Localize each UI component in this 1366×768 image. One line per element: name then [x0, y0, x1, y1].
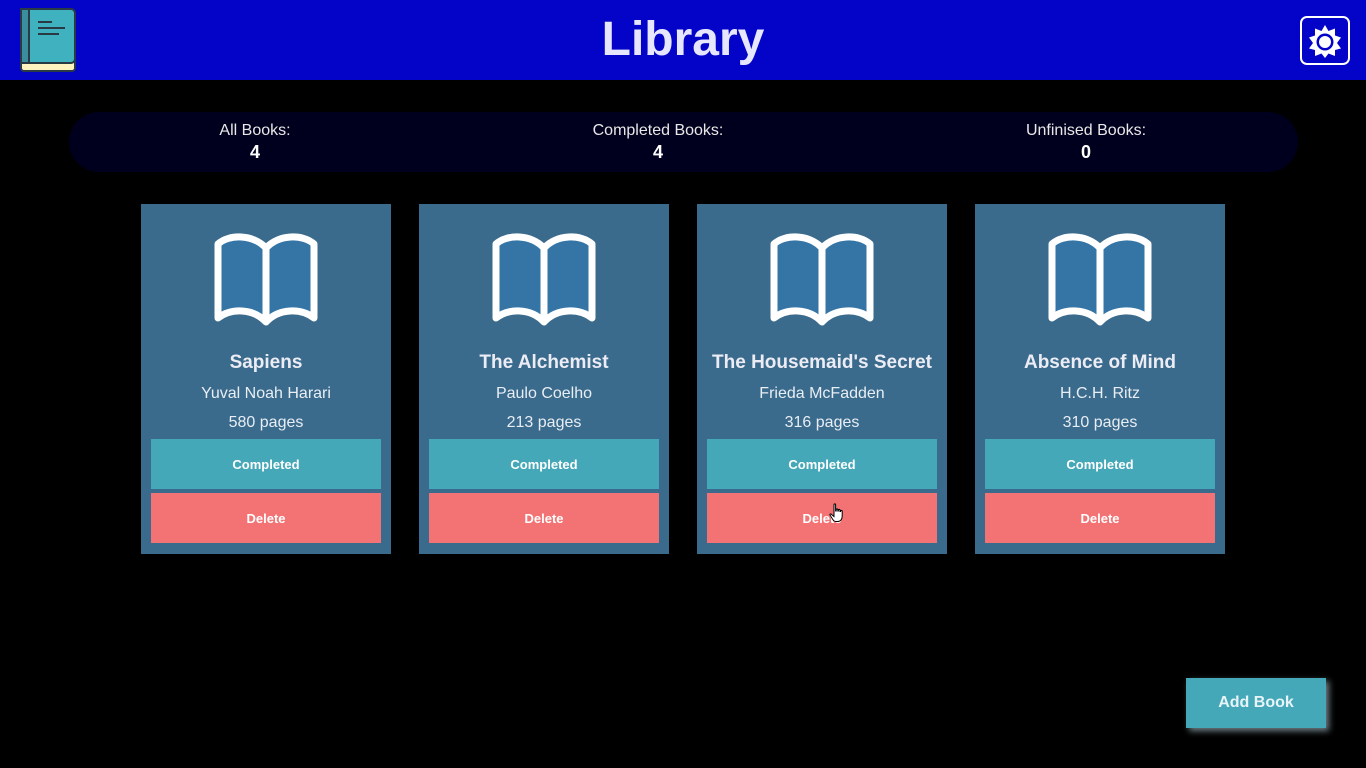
book-title: The Alchemist	[479, 352, 609, 373]
open-book-icon	[770, 233, 874, 326]
book-title: The Housemaid's Secret	[712, 352, 932, 373]
book-card: The Housemaid's Secret Frieda McFadden 3…	[697, 204, 947, 554]
stat-all-value: 4	[249, 142, 260, 162]
stat-completed-label: Completed Books:	[592, 122, 724, 139]
stat-unfinished-value: 0	[1080, 142, 1091, 162]
stats-bar: All Books: 4 Completed Books: 4 Unfinise…	[69, 112, 1298, 172]
open-book-icon	[1048, 233, 1152, 326]
book-grid: Sapiens Yuval Noah Harari 580 pages Comp…	[141, 204, 1225, 554]
book-author: H.C.H. Ritz	[1060, 385, 1140, 402]
stat-all-books: All Books: 4	[125, 121, 385, 163]
book-author: Paulo Coelho	[495, 385, 593, 402]
stat-completed-value: 4	[652, 142, 663, 162]
page-title: Library	[601, 13, 765, 66]
delete-button[interactable]: Delete	[429, 493, 659, 543]
completed-button[interactable]: Completed	[985, 439, 1215, 489]
book-card: Absence of Mind H.C.H. Ritz 310 pages Co…	[975, 204, 1225, 554]
book-title: Absence of Mind	[1023, 352, 1176, 373]
stat-unfinished-label: Unfinised Books:	[1025, 122, 1147, 139]
open-book-icon	[214, 233, 318, 326]
stat-all-label: All Books:	[219, 122, 291, 139]
book-card: Sapiens Yuval Noah Harari 580 pages Comp…	[141, 204, 391, 554]
book-title: Sapiens	[229, 352, 303, 373]
book-author: Frieda McFadden	[759, 385, 885, 402]
sun-icon	[1309, 24, 1341, 58]
book-card: The Alchemist Paulo Coelho 213 pages Com…	[419, 204, 669, 554]
delete-button[interactable]: Delete	[707, 493, 937, 543]
completed-button[interactable]: Completed	[707, 439, 937, 489]
add-book-button[interactable]: Add Book	[1186, 678, 1326, 728]
book-pages: 213 pages	[506, 414, 582, 431]
completed-button[interactable]: Completed	[151, 439, 381, 489]
stat-unfinished-books: Unfinised Books: 0	[956, 121, 1216, 163]
app-header: Library	[0, 0, 1366, 80]
delete-button[interactable]: Delete	[151, 493, 381, 543]
completed-button[interactable]: Completed	[429, 439, 659, 489]
open-book-icon	[492, 233, 596, 326]
book-pages: 580 pages	[228, 414, 304, 431]
theme-toggle-button[interactable]	[1300, 16, 1350, 65]
book-author: Yuval Noah Harari	[201, 385, 331, 402]
book-pages: 310 pages	[1062, 414, 1138, 431]
stat-completed-books: Completed Books: 4	[528, 121, 788, 163]
book-pages: 316 pages	[784, 414, 860, 431]
delete-button[interactable]: Delete	[985, 493, 1215, 543]
